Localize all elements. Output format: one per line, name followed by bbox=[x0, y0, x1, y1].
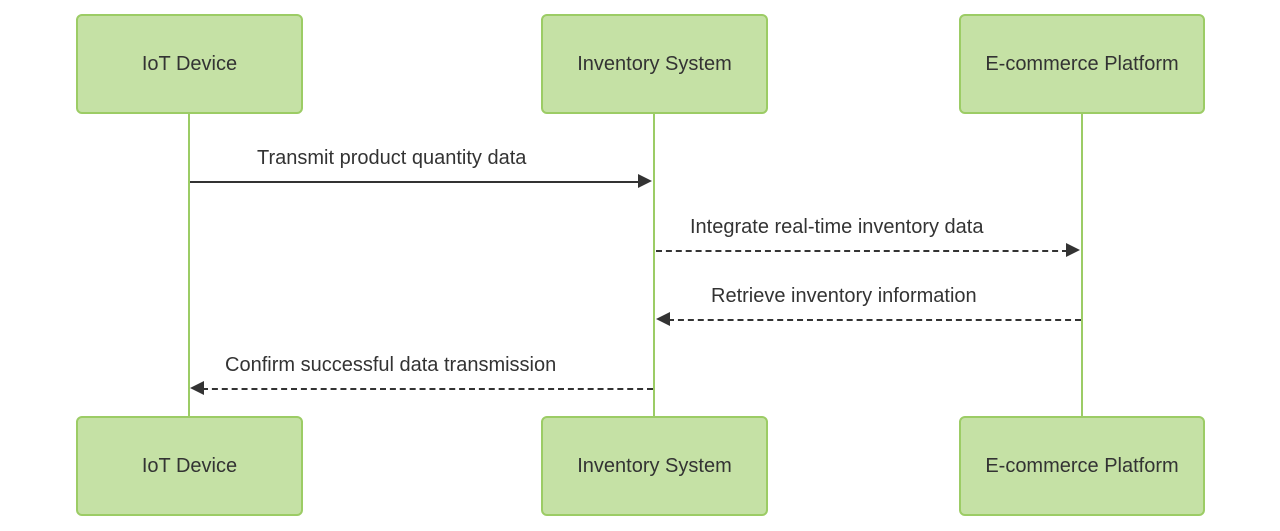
message-line-m1 bbox=[190, 181, 640, 183]
message-label-m3: Retrieve inventory information bbox=[711, 285, 977, 308]
lifeline-iot bbox=[188, 114, 190, 416]
actor-inv-top: Inventory System bbox=[541, 14, 768, 114]
message-line-m4 bbox=[202, 388, 653, 390]
actor-label: IoT Device bbox=[142, 53, 237, 76]
message-line-m2 bbox=[656, 250, 1068, 252]
actor-label: IoT Device bbox=[142, 455, 237, 478]
actor-iot-top: IoT Device bbox=[76, 14, 303, 114]
arrowhead-right-icon bbox=[1066, 243, 1080, 257]
actor-inv-bottom: Inventory System bbox=[541, 416, 768, 516]
lifeline-ecom bbox=[1081, 114, 1083, 416]
message-line-m3 bbox=[668, 319, 1081, 321]
actor-iot-bottom: IoT Device bbox=[76, 416, 303, 516]
actor-label: E-commerce Platform bbox=[985, 53, 1178, 76]
actor-label: Inventory System bbox=[577, 455, 732, 478]
message-label-m1: Transmit product quantity data bbox=[257, 147, 526, 170]
arrowhead-left-icon bbox=[190, 381, 204, 395]
actor-ecom-bottom: E-commerce Platform bbox=[959, 416, 1205, 516]
message-label-m2: Integrate real-time inventory data bbox=[690, 216, 984, 239]
actor-label: Inventory System bbox=[577, 53, 732, 76]
lifeline-inv bbox=[653, 114, 655, 416]
arrowhead-right-icon bbox=[638, 174, 652, 188]
arrowhead-left-icon bbox=[656, 312, 670, 326]
actor-label: E-commerce Platform bbox=[985, 455, 1178, 478]
sequence-diagram: IoT Device Inventory System E-commerce P… bbox=[0, 0, 1280, 531]
message-label-m4: Confirm successful data transmission bbox=[225, 354, 556, 377]
actor-ecom-top: E-commerce Platform bbox=[959, 14, 1205, 114]
